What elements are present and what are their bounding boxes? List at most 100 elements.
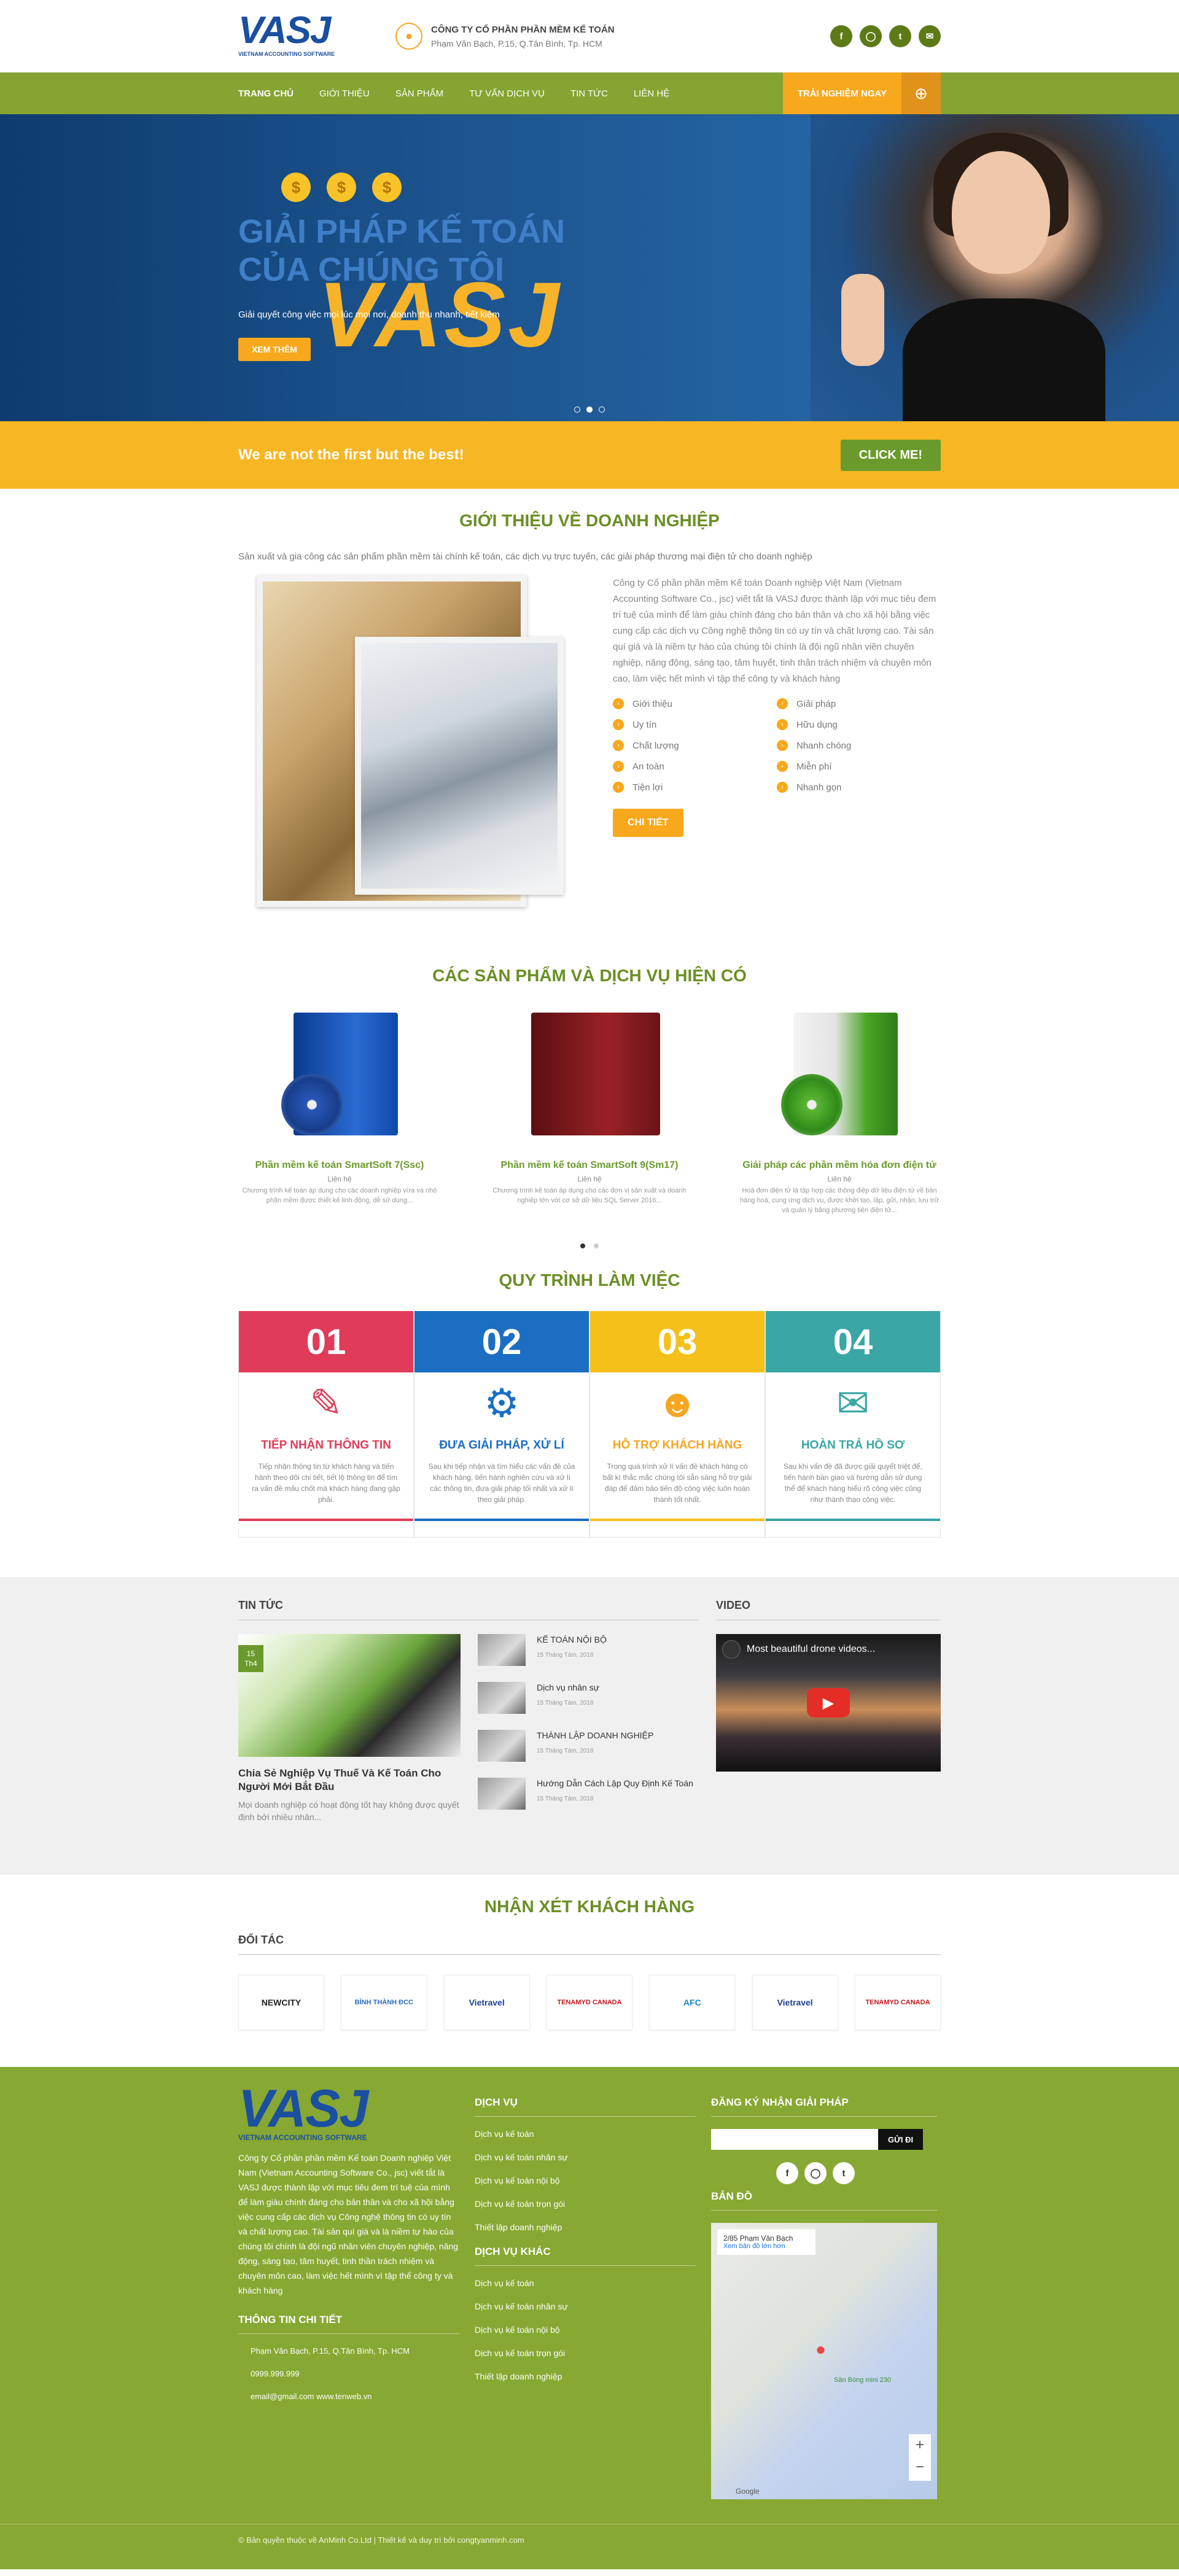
step-title: HỖ TRỢ KHÁCH HÀNG <box>612 1439 742 1452</box>
slider-dot-active[interactable] <box>586 407 593 413</box>
instagram-icon[interactable]: ◯ <box>860 25 882 47</box>
product-slider-dots <box>238 1243 941 1248</box>
list-item[interactable]: KẾ TOÁN NỘI BỘ 15 Tháng Tám, 2018 <box>478 1634 699 1666</box>
featured-news-title[interactable]: Chia Sẻ Nghiệp Vụ Thuế Và Kế Toán Cho Ng… <box>238 1767 461 1794</box>
logo-subtitle: VIETNAM ACCOUNTING SOFTWARE <box>238 51 335 57</box>
map-title: BẢN ĐỒ <box>711 2190 937 2211</box>
product-box-image <box>488 1006 691 1148</box>
footer-service-link[interactable]: Thiết lập doanh nghiệp <box>475 2222 711 2232</box>
nav-item-consulting[interactable]: TƯ VẤN DỊCH VỤ <box>469 88 545 99</box>
list-item[interactable]: Hướng Dẫn Cách Lập Quy Định Kế Toán 15 Th… <box>478 1778 699 1810</box>
news-thumbnail[interactable] <box>478 1682 526 1714</box>
partner-logo[interactable]: Vietravel <box>443 1975 530 2030</box>
header-address: ● CÔNG TY CỔ PHẦN PHẦN MỀM KẾ TOÁN Phạm … <box>395 23 830 50</box>
product-card[interactable]: Phần mềm kế toán SmartSoft 7(Ssc) Liên h… <box>238 1006 441 1215</box>
subscribe-email-input[interactable] <box>711 2129 878 2150</box>
google-map[interactable]: 2/85 Phạm Văn Bạch Xem bản đồ lớn hơn ● S… <box>711 2223 937 2499</box>
nav-item-home[interactable]: TRANG CHỦ <box>238 88 294 99</box>
instagram-icon[interactable]: ◯ <box>804 2162 827 2184</box>
nav-item-news[interactable]: TIN TỨC <box>570 88 608 99</box>
partner-logo[interactable]: TENAMYD CANADA <box>546 1975 632 2030</box>
featured-news-image[interactable]: 15 Th4 <box>238 1634 461 1757</box>
subscribe-form: GỬI ĐI <box>711 2129 941 2150</box>
partner-logo[interactable]: AFC <box>649 1975 736 2030</box>
slider-dot[interactable] <box>574 407 580 413</box>
video-embed[interactable]: Most beautiful drone videos... ▶ <box>716 1634 941 1772</box>
process-section: QUY TRÌNH LÀM VIỆC 01 ✎ TIẾP NHẬN THÔNG … <box>238 1248 941 1538</box>
chevron-right-icon: › <box>777 698 788 709</box>
footer-other-link[interactable]: Thiết lập doanh nghiệp <box>475 2372 711 2381</box>
footer-other-link[interactable]: Dịch vụ kế toán <box>475 2278 711 2288</box>
feature-item: › Nhanh gọn <box>777 782 941 793</box>
footer-other-link[interactable]: Dịch vụ kế toán trọn gói <box>475 2348 711 2358</box>
click-me-button[interactable]: CLICK ME! <box>840 439 941 471</box>
hero-more-button[interactable]: XEM THÊM <box>238 338 311 361</box>
map-larger-link[interactable]: Xem bản đồ lớn hơn <box>723 2243 809 2250</box>
news-item-title[interactable]: Hướng Dẫn Cách Lập Quy Định Kế Toán <box>537 1778 693 1789</box>
footer-service-link[interactable]: Dịch vụ kế toán trọn gói <box>475 2199 711 2209</box>
footer-other-link[interactable]: Dịch vụ kế toán nội bộ <box>475 2325 711 2335</box>
list-item[interactable]: THÀNH LẬP DOANH NGHIỆP 15 Tháng Tám, 2018 <box>478 1730 699 1762</box>
copyright-text: © Bản quyền thuộc về AnMinh Co.Ltd | Thi… <box>238 2535 524 2545</box>
slider-dot[interactable] <box>599 407 605 413</box>
banner-text: We are not the first but the best! <box>238 446 464 463</box>
feature-item: › An toàn <box>613 761 777 772</box>
nav-item-products[interactable]: SẢN PHẨM <box>395 88 443 99</box>
nav-item-contact[interactable]: LIÊN HỆ <box>634 88 669 99</box>
facebook-icon[interactable]: f <box>776 2162 798 2184</box>
copyright-bar: © Bản quyền thuộc về AnMinh Co.Ltd | Thi… <box>0 2524 1179 2569</box>
map-marker-icon[interactable]: ● <box>815 2340 826 2359</box>
partner-logo[interactable]: TENAMYD CANADA <box>854 1975 941 2030</box>
product-card[interactable]: Phần mềm kế toán SmartSoft 9(Sm17) Liên … <box>488 1006 691 1215</box>
news-thumbnail[interactable] <box>478 1730 526 1762</box>
map-zoom-controls[interactable]: + − <box>909 2434 931 2481</box>
partner-logo[interactable]: BÌNH THÀNH ĐCC <box>341 1975 427 2030</box>
product-name[interactable]: Phần mềm kế toán SmartSoft 7(Ssc) <box>238 1160 441 1171</box>
nav-item-about[interactable]: GIỚI THIỆU <box>319 88 370 99</box>
intro-lead: Sản xuất và gia công các sản phẩm phần m… <box>238 551 812 562</box>
news-item-title[interactable]: Dịch vụ nhân sự <box>537 1682 599 1693</box>
process-step: 01 ✎ TIẾP NHẬN THÔNG TIN Tiếp nhận thông… <box>238 1311 414 1538</box>
news-item-date: 15 Tháng Tám, 2018 <box>537 1796 594 1802</box>
product-name[interactable]: Giải pháp các phần mềm hóa đơn điện tử <box>738 1160 941 1171</box>
partner-logo[interactable]: NEWCITY <box>238 1975 324 2030</box>
product-name[interactable]: Phần mềm kế toán SmartSoft 9(Sm17) <box>488 1160 691 1171</box>
slider-dot[interactable] <box>594 1243 599 1248</box>
site-logo[interactable]: VASJ VIETNAM ACCOUNTING SOFTWARE <box>238 12 373 61</box>
subscribe-send-button[interactable]: GỬI ĐI <box>878 2129 924 2150</box>
feature-item: › Giới thiệu <box>613 698 777 709</box>
news-item-title[interactable]: THÀNH LẬP DOANH NGHIỆP <box>537 1730 653 1741</box>
twitter-icon[interactable]: t <box>889 25 911 47</box>
footer-service-link[interactable]: Dịch vụ kế toán nhân sự <box>475 2152 711 2162</box>
coin-icons: $ $ $ <box>281 173 402 202</box>
channel-avatar <box>722 1640 741 1659</box>
product-card[interactable]: Giải pháp các phần mềm hóa đơn điện tử L… <box>738 1006 941 1215</box>
footer-other-link[interactable]: Dịch vụ kế toán nhân sự <box>475 2302 711 2311</box>
list-item[interactable]: Dịch vụ nhân sự 15 Tháng Tám, 2018 <box>478 1682 699 1714</box>
company-name: CÔNG TY CỔ PHẦN PHẦN MỀM KẾ TOÁN <box>431 24 615 35</box>
company-address: Phạm Văn Bạch, P.15, Q.Tân Bình, Tp. HCM <box>431 38 602 49</box>
news-thumbnail[interactable] <box>478 1778 526 1810</box>
play-icon[interactable]: ▶ <box>807 1688 850 1718</box>
edit-document-icon: ✎ <box>309 1380 343 1425</box>
google-logo: Google <box>736 2487 760 2496</box>
footer-contact-email[interactable]: email@gmail.com www.tenweb.vn <box>238 2392 475 2401</box>
mail-icon[interactable]: ✉ <box>919 25 941 47</box>
products-title: CÁC SẢN PHẨM VÀ DỊCH VỤ HIỆN CÓ <box>432 966 747 985</box>
chevron-right-icon: › <box>777 782 788 793</box>
footer-other-title: DỊCH VỤ KHÁC <box>475 2246 696 2266</box>
facebook-icon[interactable]: f <box>830 25 852 47</box>
footer-service-link[interactable]: Dịch vụ kế toán nội bộ <box>475 2176 711 2185</box>
laptop-photo <box>355 637 564 895</box>
try-now-button[interactable]: TRẢI NGHIỆM NGAY ⊕ <box>782 72 941 114</box>
partner-logo[interactable]: Vietravel <box>752 1975 838 2030</box>
news-thumbnail[interactable] <box>478 1634 526 1666</box>
footer-contact-phone: 0999.999.999 <box>251 2369 300 2378</box>
featured-news[interactable]: 15 Th4 Chia Sẻ Nghiệp Vụ Thuế Và Kế Toán … <box>238 1634 461 1826</box>
news-item-title[interactable]: KẾ TOÁN NỘI BỘ <box>537 1634 607 1645</box>
footer-service-link[interactable]: Dịch vụ kế toán <box>475 2129 711 2139</box>
footer-logo[interactable]: VASJ <box>238 2082 475 2135</box>
detail-button[interactable]: CHI TIẾT <box>613 809 683 837</box>
twitter-icon[interactable]: t <box>833 2162 855 2184</box>
slider-dot-active[interactable] <box>580 1243 585 1248</box>
